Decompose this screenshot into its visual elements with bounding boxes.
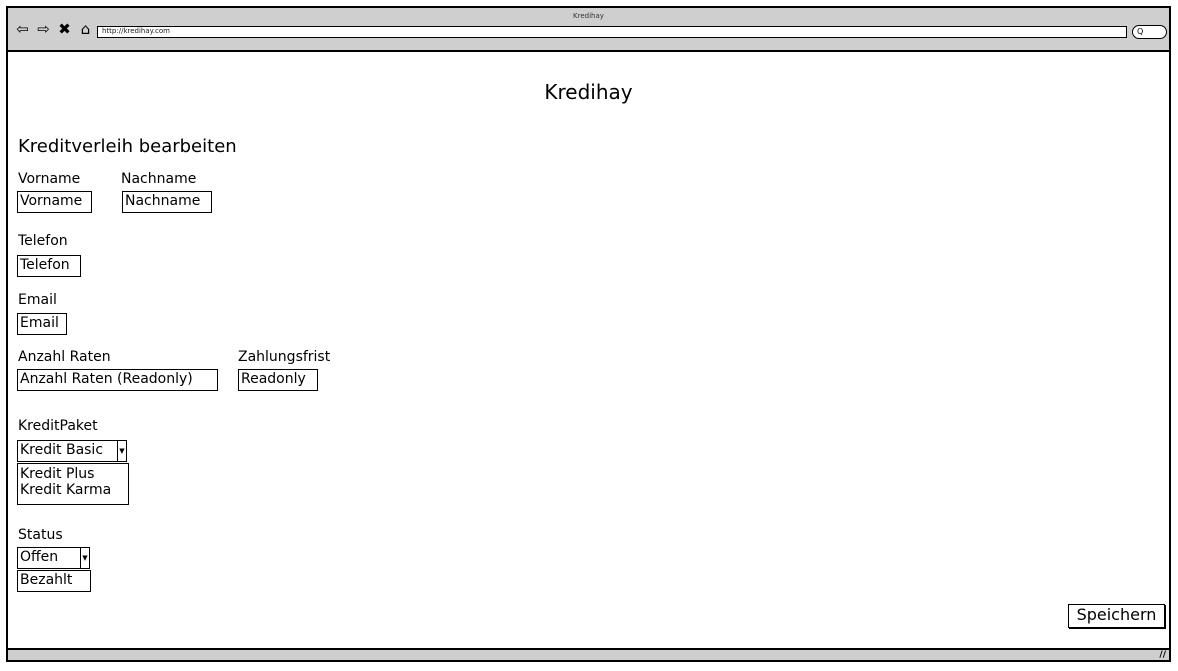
kreditpaket-selected: Kredit Basic — [20, 442, 104, 458]
status-selected: Offen — [20, 549, 59, 565]
nachname-field[interactable]: Nachname — [122, 191, 212, 213]
browser-chrome: Kredihay ⇦ ⇨ ✖ ⌂ http://kredihay.com Q — [8, 8, 1169, 52]
window-title: Kredihay — [573, 12, 604, 20]
nachname-label: Nachname — [121, 171, 197, 187]
status-bar: // — [8, 648, 1169, 660]
kreditpaket-option[interactable]: Kredit Plus — [20, 466, 126, 482]
save-button[interactable]: Speichern — [1068, 604, 1165, 628]
search-icon[interactable]: Q — [1132, 25, 1167, 39]
forward-icon[interactable]: ⇨ — [35, 22, 52, 37]
vorname-field[interactable]: Vorname — [17, 191, 92, 213]
anzahl-raten-label: Anzahl Raten — [18, 349, 111, 365]
status-options: Bezahlt — [17, 570, 91, 592]
page-title: Kredihay — [544, 80, 633, 104]
back-icon[interactable]: ⇦ — [14, 22, 31, 37]
telefon-field[interactable]: Telefon — [17, 255, 81, 277]
vorname-label: Vorname — [18, 171, 81, 187]
browser-window: Kredihay ⇦ ⇨ ✖ ⌂ http://kredihay.com Q K… — [6, 6, 1171, 662]
email-label: Email — [18, 292, 57, 308]
status-select[interactable]: Offen ▼ — [17, 546, 90, 569]
telefon-label: Telefon — [18, 233, 68, 249]
nav-buttons: ⇦ ⇨ ✖ ⌂ — [14, 22, 94, 37]
anzahl-raten-field[interactable]: Anzahl Raten (Readonly) — [17, 369, 218, 391]
kreditpaket-options: Kredit Plus Kredit Karma — [17, 463, 129, 505]
kreditpaket-option[interactable]: Kredit Karma — [20, 482, 126, 498]
email-field[interactable]: Email — [17, 313, 67, 335]
kreditpaket-label: KreditPaket — [18, 418, 98, 434]
zahlungsfrist-label: Zahlungsfrist — [238, 349, 331, 365]
chevron-down-icon[interactable]: ▼ — [117, 439, 127, 462]
zahlungsfrist-field[interactable]: Readonly — [238, 369, 318, 391]
home-icon[interactable]: ⌂ — [77, 22, 94, 37]
resize-handle-icon[interactable]: // — [1159, 650, 1166, 660]
section-heading: Kreditverleih bearbeiten — [18, 136, 237, 157]
kreditpaket-select[interactable]: Kredit Basic ▼ — [17, 439, 127, 462]
stop-icon[interactable]: ✖ — [56, 22, 73, 37]
status-option[interactable]: Bezahlt — [20, 572, 88, 588]
status-label: Status — [18, 527, 63, 543]
url-bar[interactable]: http://kredihay.com — [97, 26, 1127, 38]
chevron-down-icon[interactable]: ▼ — [80, 546, 90, 569]
